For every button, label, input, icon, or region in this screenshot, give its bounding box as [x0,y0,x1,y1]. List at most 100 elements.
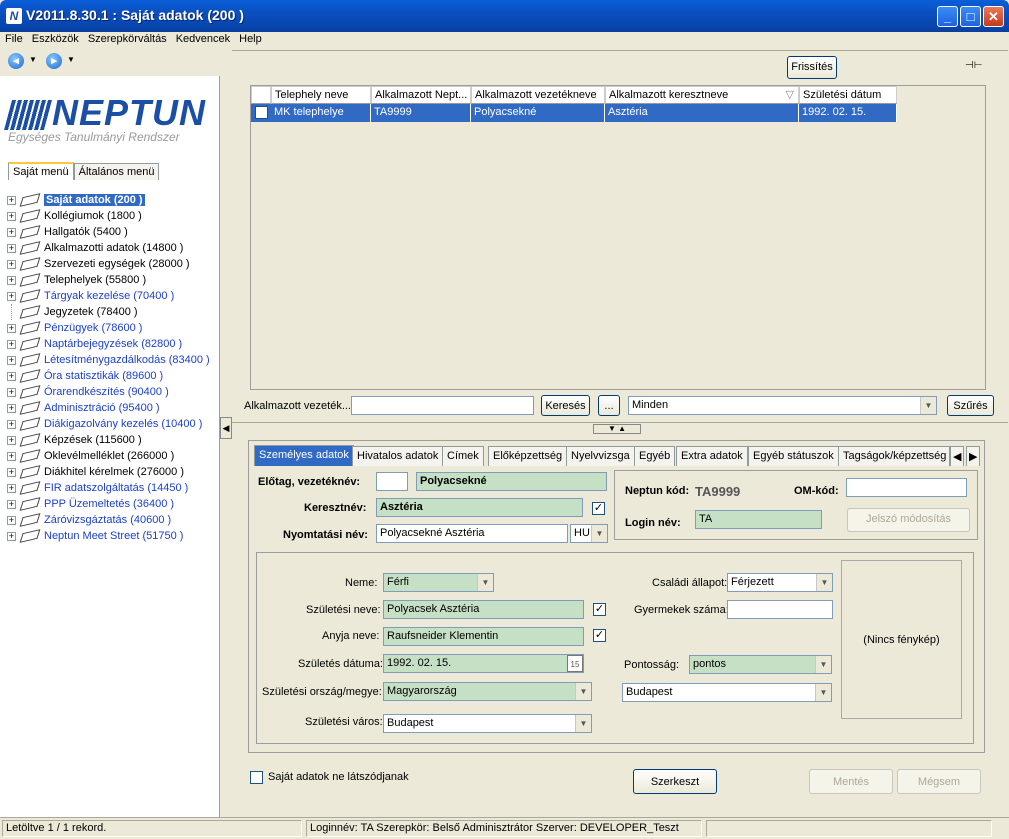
chevron-down-icon[interactable]: ▼ [477,574,493,591]
tree-item[interactable]: + Pénzügyek (78600 ) [0,320,220,336]
expand-icon[interactable]: + [7,516,16,525]
tree-item[interactable]: + Saját adatok (200 ) [0,192,220,208]
children-input[interactable] [727,600,833,619]
firstname-input[interactable]: Asztéria [376,498,583,517]
expand-icon[interactable]: + [7,276,16,285]
tree-item[interactable]: + Alkalmazotti adatok (14800 ) [0,240,220,256]
change-password-button[interactable]: Jelszó módosítás [847,508,970,532]
mother-checkbox[interactable]: ✓ [593,629,606,642]
tab-official[interactable]: Hivatalos adatok [352,446,444,466]
expand-collapse-icon[interactable]: ▼ ▲ [593,424,641,434]
save-button[interactable]: Mentés [809,769,893,794]
tree-item[interactable]: + Oklevélmelléklet (266000 ) [0,448,220,464]
birthname-input[interactable]: Polyacsek Asztéria [383,600,584,619]
tab-language-exam[interactable]: Nyelvvizsga [566,446,635,466]
tree-item[interactable]: + Hallgatók (5400 ) [0,224,220,240]
expand-icon[interactable]: + [7,372,16,381]
grid-header-site[interactable]: Telephely neve [271,86,371,104]
tree-item[interactable]: + Naptárbejegyzések (82800 ) [0,336,220,352]
collapse-left-icon[interactable]: ◀ [220,417,232,439]
birthdate-input[interactable]: 1992. 02. 15. 15 [383,654,584,673]
filter-button[interactable]: Szűrés [947,395,994,416]
chevron-down-icon[interactable]: ▼ [575,715,591,732]
tab-own-menu[interactable]: Saját menü [8,162,74,180]
menu-role-switch[interactable]: Szerepkörváltás [88,33,167,45]
menu-favorites[interactable]: Kedvencek [176,33,230,45]
tree-item[interactable]: + Óra statisztikák (89600 ) [0,368,220,384]
tree-item[interactable]: + Diákhitel kérelmek (276000 ) [0,464,220,480]
expand-icon[interactable]: + [7,260,16,269]
expand-icon[interactable]: + [7,452,16,461]
print-lang-select[interactable]: HU ▼ [570,524,608,543]
menu-file[interactable]: File [5,33,23,45]
expand-icon[interactable]: + [7,212,16,221]
grid-header-select[interactable] [251,86,271,104]
tab-memberships[interactable]: Tagságok/képzettség [838,446,950,466]
calendar-icon[interactable]: 15 [567,655,583,672]
back-icon[interactable]: ◂ [8,53,24,69]
tree-item[interactable]: + Neptun Meet Street (51750 ) [0,528,220,544]
expand-icon[interactable]: + [7,244,16,253]
tree-item[interactable]: + Záróvizsgáztatás (40600 ) [0,512,220,528]
row-checkbox[interactable] [255,106,268,119]
tab-addresses[interactable]: Címek [442,446,484,466]
firstname-checkbox[interactable]: ✓ [592,502,605,515]
chevron-down-icon[interactable]: ▼ [815,684,831,701]
maximize-button[interactable]: □ [960,6,981,27]
mother-input[interactable]: Raufsneider Klementin [383,627,584,646]
refresh-button[interactable]: Frissítés [787,56,837,79]
surname-input[interactable]: Polyacsekné [416,472,607,491]
expand-icon[interactable]: + [7,324,16,333]
minimize-button[interactable]: _ [937,6,958,27]
expand-icon[interactable]: + [7,484,16,493]
birthname-checkbox[interactable]: ✓ [593,603,606,616]
tab-general-menu[interactable]: Általános menü [73,163,160,180]
expand-icon[interactable]: + [7,388,16,397]
expand-icon[interactable]: + [7,500,16,509]
horizontal-splitter[interactable] [232,422,1008,423]
search-button[interactable]: Keresés [541,395,590,416]
expand-icon[interactable]: + [7,436,16,445]
country-select[interactable]: Magyarország ▼ [383,682,592,701]
tree-item[interactable]: + Képzések (115600 ) [0,432,220,448]
tree-item[interactable]: + Kollégiumok (1800 ) [0,208,220,224]
expand-icon[interactable]: + [7,356,16,365]
tree-item[interactable]: + Telephelyek (55800 ) [0,272,220,288]
gender-select[interactable]: Férfi ▼ [383,573,494,592]
tab-scroll-right-icon[interactable]: ▶ [966,446,980,466]
grid-header-neptun[interactable]: Alkalmazott Nept... [371,86,471,104]
print-name-input[interactable]: Polyacsekné Asztéria [376,524,568,543]
cancel-button[interactable]: Mégsem [897,769,981,794]
menu-tools[interactable]: Eszközök [32,33,79,45]
tab-other[interactable]: Egyéb [634,446,676,466]
om-input[interactable] [846,478,967,497]
back-dropdown-icon[interactable]: ▼ [29,55,37,64]
tree-item[interactable]: + FIR adatszolgáltatás (14450 ) [0,480,220,496]
marital-select[interactable]: Férjezett ▼ [727,573,833,592]
prefix-input[interactable] [376,472,408,491]
forward-dropdown-icon[interactable]: ▼ [67,55,75,64]
chevron-down-icon[interactable]: ▼ [815,656,831,673]
grid-header-surname[interactable]: Alkalmazott vezetékneve [471,86,605,104]
hide-data-checkbox[interactable] [250,771,263,784]
chevron-down-icon[interactable]: ▼ [920,397,936,414]
more-button[interactable]: ... [598,395,620,416]
grid-header-birthdate[interactable]: Születési dátum [799,86,897,104]
edit-button[interactable]: Szerkeszt [633,769,717,794]
tree-item[interactable]: + Diákigazolvány kezelés (10400 ) [0,416,220,432]
tree-item[interactable]: + Adminisztráció (95400 ) [0,400,220,416]
close-button[interactable]: ✕ [983,6,1004,27]
tab-scroll-left-icon[interactable]: ◀ [950,446,964,466]
county-select[interactable]: Budapest ▼ [622,683,832,702]
tree-item[interactable]: + PPP Üzemeltetés (36400 ) [0,496,220,512]
menu-help[interactable]: Help [239,33,262,45]
filter-select[interactable]: Minden ▼ [628,396,937,415]
city-select[interactable]: Budapest ▼ [383,714,592,733]
expand-icon[interactable]: + [7,420,16,429]
tab-extra[interactable]: Extra adatok [676,446,748,466]
expand-icon[interactable]: + [7,340,16,349]
expand-icon[interactable]: + [7,468,16,477]
grid-header-firstname[interactable]: Alkalmazott keresztneve ▽ [605,86,799,104]
tree-item[interactable]: Jegyzetek (78400 ) [0,304,220,320]
login-input[interactable]: TA [695,510,822,529]
